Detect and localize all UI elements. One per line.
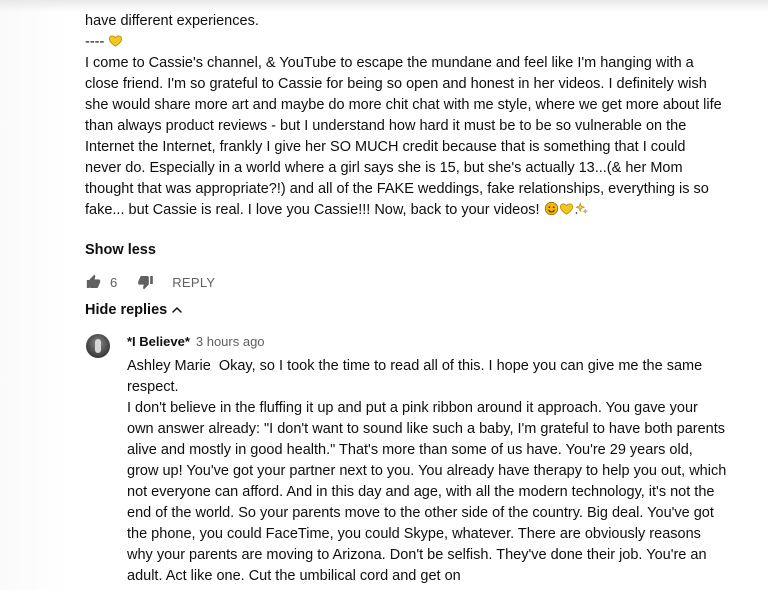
comment-text: have different experiences. ---- I come … [85, 11, 725, 221]
reply-second-paragraph: I don't believe in the fluffing it up an… [127, 400, 727, 584]
sparkles-icon [574, 202, 588, 215]
avatar[interactable] [86, 334, 110, 358]
thumbs-up-icon[interactable] [85, 274, 102, 290]
reply-first-line: Okay, so I took the time to read all of … [127, 358, 703, 395]
hide-replies-button[interactable]: Hide replies [85, 302, 183, 318]
thumbs-down-icon[interactable] [137, 274, 154, 290]
scroll-shadow [0, 0, 768, 12]
hide-replies-label: Hide replies [85, 302, 168, 318]
avatar-figure [95, 339, 101, 353]
comment-actions: 6 REPLY [85, 272, 215, 292]
yellow-heart-icon [559, 203, 573, 215]
like-count: 6 [110, 274, 118, 290]
smiling-face-icon [544, 201, 558, 216]
comment-paragraph-text: I come to Cassie's channel, & YouTube to… [85, 55, 722, 218]
reply-text: Ashley Marie Okay, so I took the time to… [127, 356, 727, 587]
reply-header: *I Believe* 3 hours ago [127, 334, 265, 349]
comment-line-intro: have different experiences. [85, 13, 259, 29]
show-less-button[interactable]: Show less [85, 242, 156, 258]
reply-timestamp[interactable]: 3 hours ago [196, 334, 265, 349]
chevron-up-icon [172, 307, 182, 313]
separator-dashes: ---- [85, 34, 105, 50]
reply-author[interactable]: *I Believe* [127, 334, 190, 349]
reply-button[interactable]: REPLY [172, 275, 215, 290]
reply-first-paragraph: Ashley Marie Okay, so I took the time to… [127, 356, 727, 398]
mention-link[interactable]: Ashley Marie [127, 358, 211, 374]
comment-paragraph: I come to Cassie's channel, & YouTube to… [85, 53, 725, 221]
yellow-heart-icon [109, 35, 123, 47]
comment-line-separator: ---- [85, 32, 725, 53]
page-gutter [0, 0, 70, 590]
